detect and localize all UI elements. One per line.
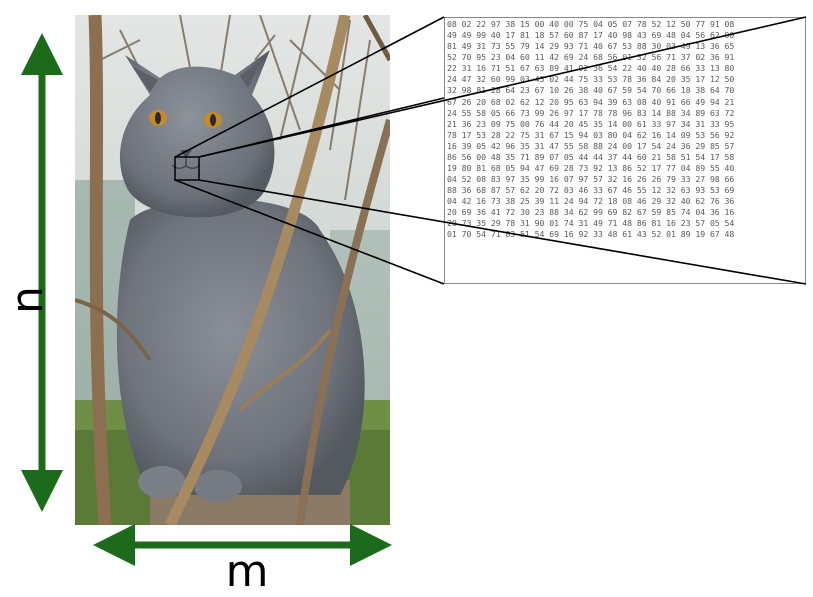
pixel-row: 32 98 81 28 64 23 67 10 26 38 40 67 59 5… — [447, 85, 735, 96]
pixel-row: 04 42 16 73 38 25 39 11 24 94 72 18 08 4… — [447, 196, 735, 207]
pixel-row: 52 70 95 23 04 60 11 42 69 24 68 56 01 3… — [447, 52, 735, 63]
pixel-row: 20 73 35 29 78 31 90 01 74 31 49 71 48 8… — [447, 218, 735, 229]
pixel-row: 49 49 99 40 17 81 18 57 60 87 17 40 98 4… — [447, 30, 735, 41]
cat-photo — [75, 15, 390, 525]
pixel-row: 24 47 32 60 99 03 45 02 44 75 33 53 78 3… — [447, 74, 735, 85]
pixel-row: 22 31 16 71 51 67 63 89 41 92 36 54 22 4… — [447, 63, 735, 74]
pixel-row: 24 55 58 05 66 73 99 26 97 17 78 78 96 8… — [447, 107, 735, 118]
width-label: m — [226, 546, 269, 597]
pixel-row: 01 70 54 71 83 51 54 69 16 92 33 48 61 4… — [447, 229, 735, 240]
pixel-row: 78 17 53 28 22 75 31 67 15 94 03 80 04 6… — [447, 129, 735, 140]
pixel-row: 88 36 68 87 57 62 20 72 03 46 33 67 46 5… — [447, 185, 735, 196]
pixel-row: 20 69 36 41 72 30 23 88 34 62 99 69 82 6… — [447, 207, 735, 218]
pixel-row: 16 39 05 42 96 35 31 47 55 58 88 24 00 1… — [447, 140, 735, 151]
pixel-row: 04 52 08 83 97 35 99 16 07 97 57 32 16 2… — [447, 174, 735, 185]
height-label: n — [2, 286, 53, 314]
pixel-row: 08 02 22 97 38 15 00 40 00 75 04 05 07 7… — [447, 19, 735, 29]
pixel-row: 67 26 20 68 02 62 12 20 95 63 94 39 63 0… — [447, 96, 735, 107]
pixel-row: 21 36 23 09 75 00 76 44 20 45 35 14 00 6… — [447, 118, 735, 129]
pixel-row: 19 80 81 68 05 94 47 69 28 73 92 13 86 5… — [447, 163, 735, 174]
pixel-row: 86 56 00 48 35 71 89 07 05 44 44 37 44 6… — [447, 151, 735, 162]
pixel-row: 81 49 31 73 55 79 14 29 93 71 40 67 53 8… — [447, 41, 735, 52]
pixel-value-grid: 08 02 22 97 38 15 00 40 00 75 04 05 07 7… — [444, 17, 806, 284]
